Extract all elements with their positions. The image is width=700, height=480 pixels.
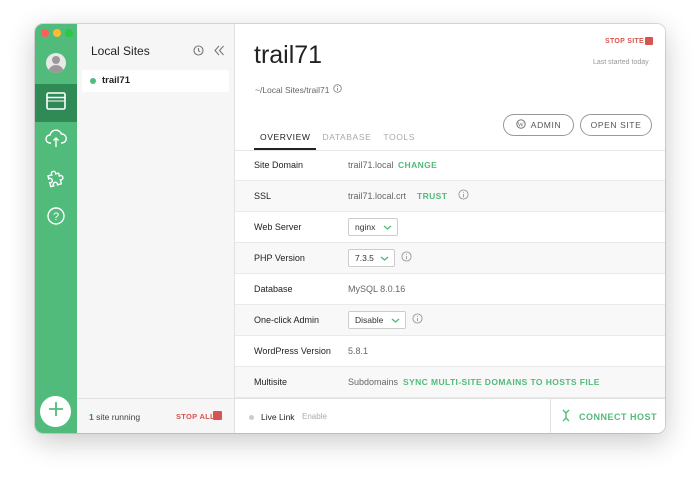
cloud-sync-icon <box>45 128 67 154</box>
row-multisite: Multisite Subdomains SYNC MULTI-SITE DOM… <box>235 367 665 398</box>
one-click-admin-select[interactable]: Disable <box>348 311 406 329</box>
svg-text:?: ? <box>53 211 59 223</box>
connect-host-button[interactable]: CONNECT HOST <box>561 409 657 424</box>
live-link-status-dot <box>249 415 254 420</box>
web-server-select[interactable]: nginx <box>348 218 398 236</box>
site-footer: Live Link Enable CONNECT HOST <box>235 398 665 433</box>
change-domain-button[interactable]: CHANGE <box>398 160 437 170</box>
open-site-button[interactable]: OPEN SITE <box>580 114 652 136</box>
tab-database[interactable]: DATABASE <box>316 128 377 148</box>
ssl-label: SSL <box>254 191 272 201</box>
add-site-button[interactable] <box>40 396 71 427</box>
wordpress-icon: W <box>516 119 526 131</box>
last-started-text: Last started today <box>593 59 649 66</box>
info-icon[interactable] <box>333 84 343 95</box>
plus-icon <box>48 401 64 422</box>
php-version-select-value: 7.3.5 <box>355 253 374 263</box>
rail-item-addons[interactable] <box>35 161 77 199</box>
sync-multisite-domains-button[interactable]: SYNC MULTI-SITE DOMAINS TO HOSTS FILE <box>403 377 600 387</box>
browser-window-icon <box>46 91 66 115</box>
live-link-label: Live Link <box>261 412 295 422</box>
web-server-select-value: nginx <box>355 222 376 232</box>
collapse-panel-icon[interactable] <box>213 43 225 61</box>
one-click-admin-select-value: Disable <box>355 315 384 325</box>
php-version-label: PHP Version <box>254 253 305 263</box>
sites-panel: Local Sites trail71 1 site running STOP … <box>77 24 235 433</box>
info-icon[interactable] <box>412 313 423 326</box>
overview-table: Site Domain trail71.local CHANGE SSL tra… <box>235 150 665 398</box>
site-list-item[interactable]: trail71 <box>82 70 229 92</box>
multisite-label: Multisite <box>254 377 288 387</box>
tab-overview[interactable]: OVERVIEW <box>254 128 317 150</box>
left-rail: ? <box>35 24 77 433</box>
clock-icon[interactable] <box>193 43 204 61</box>
site-tabs: OVERVIEW DATABASE TOOLS <box>254 128 421 150</box>
stop-all-button[interactable]: STOP ALL <box>176 412 215 421</box>
stop-icon[interactable] <box>645 37 653 45</box>
row-php-version: PHP Version 7.3.5 <box>235 243 665 274</box>
tab-tools[interactable]: TOOLS <box>377 128 421 148</box>
row-web-server: Web Server nginx <box>235 212 665 243</box>
wordpress-version-label: WordPress Version <box>254 346 331 356</box>
puzzle-icon <box>45 167 67 194</box>
row-one-click-admin: One-click Admin Disable <box>235 305 665 336</box>
running-status-dot <box>90 78 96 84</box>
wordpress-version-value: 5.8.1 <box>348 346 369 356</box>
minimize-window-button[interactable] <box>53 29 61 37</box>
running-count: 1 <box>89 412 94 422</box>
question-circle-icon: ? <box>46 206 66 231</box>
trust-ssl-button[interactable]: TRUST <box>417 191 447 201</box>
multisite-value: Subdomains <box>348 377 399 387</box>
enable-live-link-button[interactable]: Enable <box>302 412 327 421</box>
site-domain-label: Site Domain <box>254 160 304 170</box>
sites-panel-title: Local Sites <box>91 44 150 58</box>
stop-site-button[interactable]: STOP SITE <box>605 38 644 45</box>
site-path: ~/Local Sites/trail71 <box>255 84 343 95</box>
footer-divider <box>550 399 551 433</box>
row-ssl: SSL trail71.local.crt TRUST <box>235 181 665 212</box>
admin-button[interactable]: W ADMIN <box>503 114 574 136</box>
rail-item-connect[interactable] <box>35 122 77 160</box>
info-icon[interactable] <box>401 251 412 264</box>
site-detail-panel: trail71 STOP SITE Last started today ~/L… <box>235 24 665 433</box>
database-value: MySQL 8.0.16 <box>348 284 406 294</box>
row-wordpress-version: WordPress Version 5.8.1 <box>235 336 665 367</box>
rail-item-sites[interactable] <box>35 84 77 122</box>
connect-host-label: CONNECT HOST <box>579 411 657 422</box>
database-label: Database <box>254 284 293 294</box>
running-text: site running <box>96 412 141 422</box>
site-path-text: ~/Local Sites/trail71 <box>255 84 330 95</box>
zoom-window-button[interactable] <box>65 29 73 37</box>
info-icon[interactable] <box>458 189 469 202</box>
stop-icon[interactable] <box>213 411 222 420</box>
site-domain-value: trail71.local <box>348 160 394 170</box>
one-click-admin-label: One-click Admin <box>254 315 320 325</box>
avatar[interactable] <box>46 53 66 73</box>
page-title: trail71 <box>254 41 323 69</box>
app-window: ? Local Sites trail71 1 site running STO… <box>35 24 665 433</box>
php-version-select[interactable]: 7.3.5 <box>348 249 395 267</box>
svg-text:W: W <box>517 121 524 128</box>
connect-arrows-icon <box>561 409 571 424</box>
row-database: Database MySQL 8.0.16 <box>235 274 665 305</box>
running-sites-status: 1 site running <box>89 412 140 422</box>
rail-item-help[interactable]: ? <box>35 199 77 237</box>
chevron-down-icon <box>380 254 389 264</box>
chevron-down-icon <box>383 223 392 233</box>
chevron-down-icon <box>391 316 400 326</box>
web-server-label: Web Server <box>254 222 302 232</box>
admin-button-label: ADMIN <box>530 120 562 130</box>
site-list-item-name: trail71 <box>102 75 130 86</box>
sites-panel-footer: 1 site running STOP ALL <box>77 398 234 433</box>
row-site-domain: Site Domain trail71.local CHANGE <box>235 150 665 181</box>
ssl-value: trail71.local.crt <box>348 191 407 201</box>
close-window-button[interactable] <box>41 29 49 37</box>
